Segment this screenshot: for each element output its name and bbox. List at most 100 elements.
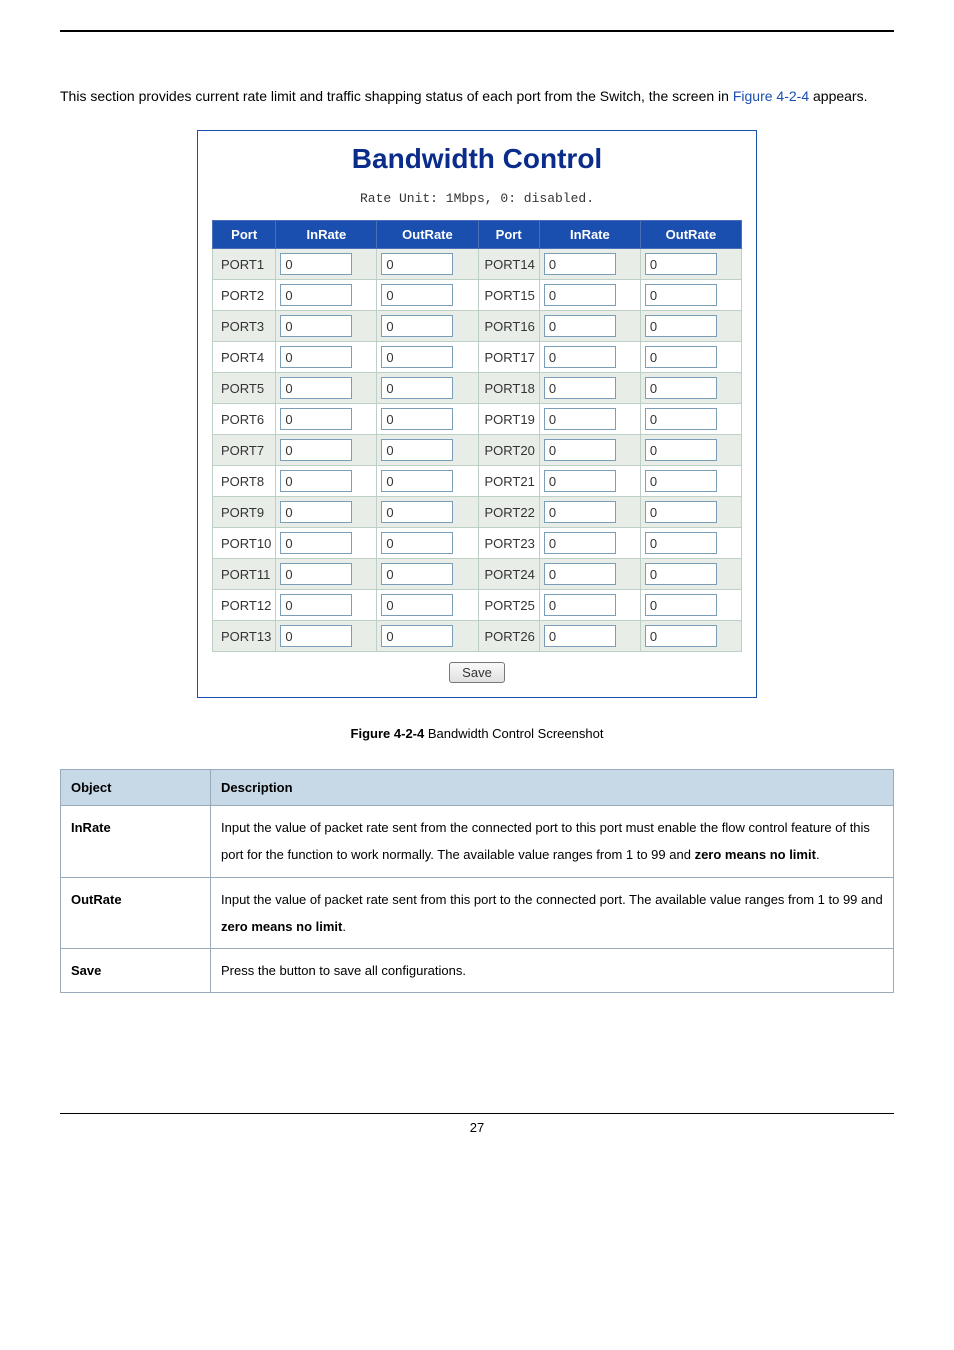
bandwidth-control-panel: Bandwidth Control Rate Unit: 1Mbps, 0: d… [197,130,757,698]
port-label: PORT18 [478,373,539,404]
outrate-input[interactable] [381,253,453,275]
outrate-cell [377,280,478,311]
outrate-input[interactable] [645,284,717,306]
inrate-input[interactable] [280,284,352,306]
footer-rule [60,1113,894,1114]
inrate-input[interactable] [544,501,616,523]
outrate-input[interactable] [645,594,717,616]
figure-caption: Figure 4-2-4 Bandwidth Control Screensho… [60,726,894,741]
outrate-input[interactable] [381,439,453,461]
port-label: PORT25 [478,590,539,621]
port-label: PORT20 [478,435,539,466]
outrate-cell [377,373,478,404]
outrate-input[interactable] [381,346,453,368]
outrate-cell [377,559,478,590]
port-label: PORT17 [478,342,539,373]
port-label: PORT3 [213,311,276,342]
inrate-cell [539,435,640,466]
table-row: PORT5 PORT18 [213,373,742,404]
inrate-input[interactable] [544,625,616,647]
inrate-cell [276,280,377,311]
inrate-cell [276,311,377,342]
outrate-input[interactable] [381,377,453,399]
outrate-cell [640,249,741,280]
outrate-input[interactable] [645,439,717,461]
port-label: PORT15 [478,280,539,311]
inrate-input[interactable] [280,563,352,585]
outrate-input[interactable] [645,563,717,585]
save-button[interactable]: Save [449,662,505,683]
inrate-input[interactable] [544,284,616,306]
outrate-input[interactable] [645,625,717,647]
inrate-input[interactable] [544,315,616,337]
inrate-input[interactable] [544,439,616,461]
outrate-cell [377,249,478,280]
inrate-cell [539,559,640,590]
inrate-input[interactable] [280,625,352,647]
port-label: PORT5 [213,373,276,404]
outrate-input[interactable] [381,315,453,337]
inrate-input[interactable] [544,594,616,616]
outrate-cell [640,497,741,528]
panel-title: Bandwidth Control [198,143,756,175]
inrate-input[interactable] [280,346,352,368]
table-row: PORT8PORT21 [213,466,742,497]
outrate-cell [377,466,478,497]
figure-link[interactable]: Figure 4-2-4 [733,88,809,104]
inrate-input[interactable] [544,563,616,585]
col-inrate-2: InRate [539,221,640,249]
inrate-cell [539,590,640,621]
table-row: OutRateInput the value of packet rate se… [61,877,894,949]
outrate-input[interactable] [645,408,717,430]
inrate-input[interactable] [280,377,352,399]
inrate-input[interactable] [544,377,616,399]
inrate-input[interactable] [544,253,616,275]
table-row: PORT7PORT20 [213,435,742,466]
table-row: PORT4 PORT17 [213,342,742,373]
outrate-input[interactable] [381,284,453,306]
inrate-input[interactable] [280,470,352,492]
outrate-input[interactable] [645,377,717,399]
outrate-input[interactable] [381,470,453,492]
outrate-cell [640,528,741,559]
outrate-input[interactable] [381,532,453,554]
bandwidth-table: Port InRate OutRate Port InRate OutRate … [212,220,742,652]
outrate-input[interactable] [381,408,453,430]
col-outrate-1: OutRate [377,221,478,249]
port-label: PORT10 [213,528,276,559]
table-row: PORT12PORT25 [213,590,742,621]
outrate-input[interactable] [645,470,717,492]
inrate-input[interactable] [544,408,616,430]
inrate-cell [539,404,640,435]
outrate-input[interactable] [645,346,717,368]
outrate-cell [640,280,741,311]
inrate-input[interactable] [280,594,352,616]
inrate-cell [276,373,377,404]
outrate-input[interactable] [381,594,453,616]
inrate-input[interactable] [280,439,352,461]
outrate-input[interactable] [381,625,453,647]
port-label: PORT4 [213,342,276,373]
table-row: PORT6PORT19 [213,404,742,435]
inrate-input[interactable] [544,532,616,554]
desc-text: Press the button to save all configurati… [211,949,894,993]
outrate-cell [377,404,478,435]
inrate-input[interactable] [280,532,352,554]
outrate-input[interactable] [645,253,717,275]
outrate-input[interactable] [645,315,717,337]
outrate-input[interactable] [381,501,453,523]
inrate-input[interactable] [544,346,616,368]
inrate-input[interactable] [544,470,616,492]
inrate-input[interactable] [280,501,352,523]
inrate-input[interactable] [280,253,352,275]
outrate-input[interactable] [645,532,717,554]
inrate-input[interactable] [280,315,352,337]
inrate-cell [276,559,377,590]
port-label: PORT26 [478,621,539,652]
outrate-input[interactable] [645,501,717,523]
inrate-cell [539,497,640,528]
outrate-input[interactable] [381,563,453,585]
port-label: PORT13 [213,621,276,652]
inrate-input[interactable] [280,408,352,430]
inrate-cell [539,466,640,497]
